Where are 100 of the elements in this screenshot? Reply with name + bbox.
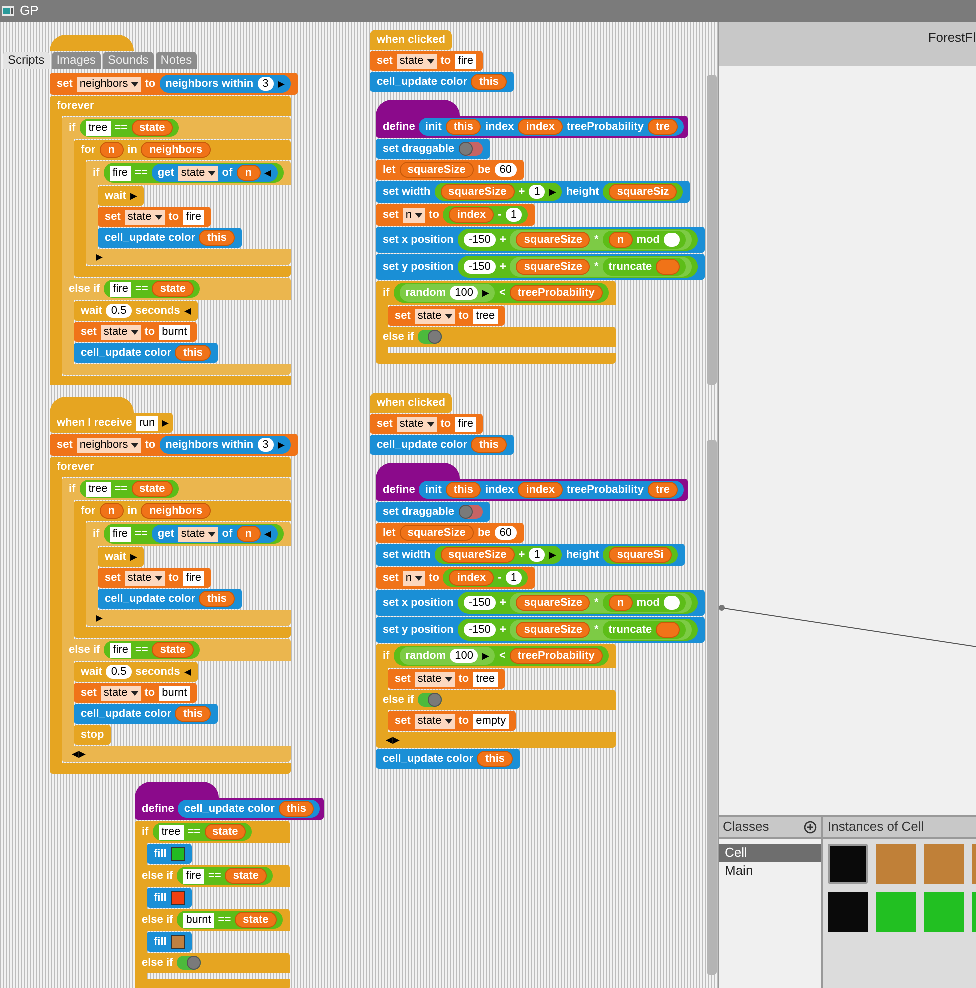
command-block[interactable]: cell_update color this [370,72,514,92]
class-item[interactable]: Main [719,862,821,880]
command-block[interactable]: set state to burnt [74,683,198,703]
arrow-button[interactable]: ▶ [549,184,556,200]
c-block-header[interactable]: if fire == get state of n ◀ [86,161,291,185]
reporter-block[interactable]: get state of n ◀ [152,164,278,182]
command-block[interactable]: let squareSize be 60 [376,160,524,180]
arrow-button[interactable]: ▶ [278,437,285,453]
number-slot[interactable]: -150 [464,260,496,274]
text-slot[interactable]: fire [183,868,204,884]
c-block-header[interactable]: else if burnt == state [135,909,290,931]
dropdown-slot[interactable]: state [100,324,141,340]
reporter-block[interactable]: neighbors within 3 ▶ [160,436,291,454]
text-slot[interactable]: burnt [159,324,190,340]
command-block[interactable]: cell_update color this [370,435,514,455]
command-block[interactable]: set n to index - 1 [376,204,535,226]
instance-tile[interactable] [924,892,964,932]
text-slot[interactable]: fire [183,570,204,586]
reporter-block[interactable]: random 100 ▶ < treeProbability [394,283,609,303]
command-block[interactable]: fill [147,932,192,952]
number-slot[interactable]: 3 [258,77,274,91]
scrollbar-thumb[interactable] [707,440,717,975]
tab[interactable]: Scripts [3,52,50,69]
variable-reporter[interactable] [656,259,680,275]
reporter-block[interactable]: cell_update color this [178,800,320,818]
command-block[interactable]: set x position -150 + squareSize * n mod [376,590,705,616]
hat-block[interactable]: define cell_update color this [135,798,324,820]
number-slot[interactable]: 60 [494,526,518,540]
arrow-button[interactable]: ◀▶ [72,746,86,762]
number-slot[interactable]: 100 [450,649,478,663]
text-slot[interactable]: tree [158,824,184,840]
command-block[interactable]: set state to fire [98,568,212,588]
arrow-button[interactable]: ◀ [264,526,272,542]
arrow-button[interactable]: ▶ [162,415,170,431]
number-slot[interactable]: 1 [506,571,522,585]
dropdown-slot[interactable]: n [402,570,426,586]
reporter-block[interactable]: burnt == state [177,911,283,929]
variable-reporter[interactable] [656,622,680,638]
command-block[interactable]: set y position -150 + squareSize * truncate [376,617,706,643]
reporter-block[interactable]: tree == state [80,119,180,137]
dropdown-slot[interactable]: neighbors [76,76,142,92]
arrow-button[interactable]: ▶ [96,249,103,265]
text-slot[interactable]: empty [473,714,510,728]
reporter-block[interactable]: tree == state [80,480,180,498]
reporter-block[interactable]: fire == state [104,280,200,298]
reporter-block[interactable]: tree == state [152,823,252,841]
text-slot[interactable]: fire [183,210,204,224]
command-block[interactable]: fill [147,888,192,908]
reporter-block[interactable]: fire == get state of n ◀ [104,524,284,544]
arrow-button[interactable]: ▶ [482,285,490,301]
command-block[interactable]: set state to empty [388,711,516,731]
command-block[interactable]: set state to fire [370,51,484,71]
toggle-switch[interactable] [177,956,202,970]
reporter-block[interactable]: random 100 ▶ [400,284,496,302]
command-block[interactable]: set state to fire [98,207,212,227]
c-block-header[interactable]: if random 100 ▶ < treeProbability [376,644,616,668]
command-block[interactable]: set width squareSize + 1 ▶ height squareSi [376,544,685,566]
instance-tile[interactable] [876,844,916,884]
text-slot[interactable]: fire [110,526,132,542]
reporter-block[interactable]: index - 1 [443,569,528,587]
text-slot[interactable]: burnt [159,686,190,700]
class-item[interactable]: Cell [719,844,821,862]
command-block[interactable]: wait 0.5 seconds ◀ [74,301,198,321]
command-block[interactable]: set draggable [376,502,490,522]
command-block[interactable]: set state to fire [370,414,484,434]
number-slot[interactable]: -150 [464,623,496,637]
reporter-block[interactable]: random 100 ▶ < treeProbability [394,646,609,666]
dropdown-slot[interactable]: state [124,570,165,586]
command-block[interactable]: set neighbors to neighbors within 3 ▶ [50,73,298,95]
command-block[interactable]: cell_update color this [74,343,218,363]
text-slot[interactable]: fire [110,642,132,658]
command-block[interactable]: wait ▶ [98,186,144,206]
dropdown-slot[interactable]: state [100,686,141,700]
command-block[interactable]: cell_update color this [98,228,242,248]
c-block-header[interactable]: if fire == get state of n ◀ [86,522,291,546]
arrow-button[interactable]: ◀▶ [386,732,400,748]
number-slot[interactable]: 1 [506,208,522,222]
arrow-button[interactable]: ▶ [482,648,490,664]
instance-tile[interactable] [828,892,868,932]
dropdown-slot[interactable]: state [178,526,218,542]
text-slot[interactable]: fire [455,54,476,68]
command-block[interactable]: set width squareSize + 1 ▶ height squareSiz [376,181,690,203]
text-slot[interactable]: tree [473,308,498,324]
toggle-switch[interactable] [458,142,483,156]
command-block[interactable]: set state to burnt [74,322,198,342]
dropdown-slot[interactable]: neighbors [76,438,142,452]
c-block-header[interactable]: else if fire == state [135,865,290,887]
arrow-button[interactable]: ▶ [96,610,103,626]
text-slot[interactable]: tree [86,120,111,136]
arrow-button[interactable]: ◀ [184,303,192,319]
c-block-header[interactable]: if tree == state [135,821,290,843]
reporter-block[interactable]: squareSize + 1 ▶ [434,546,562,564]
command-block[interactable]: set y position -150 + squareSize * truncate [376,254,706,280]
hat-block[interactable]: define init this index index treeProbability tre [376,479,688,501]
command-block[interactable]: cell_update color this [98,589,242,609]
command-block[interactable]: set state to tree [388,669,506,689]
number-slot[interactable]: 1 [529,185,546,199]
command-block[interactable]: cell_update color this [74,704,218,724]
reporter-block[interactable]: squareSize + 1 ▶ [434,183,562,201]
text-slot[interactable]: run [136,416,158,430]
